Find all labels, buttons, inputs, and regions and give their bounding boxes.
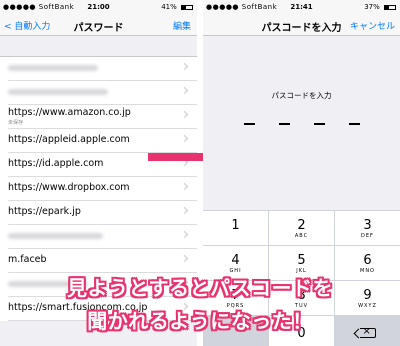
chevron-right-icon bbox=[180, 86, 189, 95]
passcode-digit-slot bbox=[243, 123, 255, 125]
chevron-right-icon bbox=[180, 206, 189, 215]
keypad-key-1[interactable]: 1 bbox=[203, 211, 268, 245]
key-letters: ABC bbox=[294, 233, 309, 239]
password-row[interactable]: https://epark.jp bbox=[8, 201, 197, 225]
password-row[interactable] bbox=[8, 81, 197, 105]
key-digit: 4 bbox=[231, 253, 240, 268]
chevron-right-icon bbox=[180, 254, 189, 263]
password-row[interactable]: https://www.dropbox.com bbox=[8, 177, 197, 201]
account-subtitle: 未保存 bbox=[8, 120, 24, 126]
redacted-site bbox=[8, 89, 108, 95]
keypad-key-2[interactable]: 2 ABC bbox=[269, 211, 334, 245]
nav-bar: パスコードを入力 キャンセル bbox=[203, 14, 400, 36]
chevron-right-icon bbox=[180, 62, 189, 71]
caption-line-2: 聞かれるようになった！ bbox=[87, 309, 313, 333]
passcode-digit-slot bbox=[278, 123, 290, 125]
site-url: https://www.dropbox.com bbox=[8, 182, 130, 193]
key-digit: 5 bbox=[297, 253, 306, 268]
battery-indicator: 37% bbox=[364, 3, 396, 11]
site-url: https://appleid.apple.com bbox=[8, 134, 130, 145]
page-title: パスワード bbox=[73, 23, 124, 34]
nav-bar: < 自動入力 パスワード 編集 bbox=[0, 14, 197, 36]
redacted-site bbox=[8, 233, 103, 239]
battery-percent: 41% bbox=[161, 3, 177, 11]
chevron-right-icon bbox=[180, 110, 189, 119]
password-row[interactable]: https://www.amazon.co.jp 未保存 bbox=[8, 105, 197, 129]
password-row[interactable] bbox=[8, 57, 197, 81]
caption-line-1: 見ようとするとパスコードを bbox=[67, 276, 333, 300]
battery-icon bbox=[384, 4, 396, 10]
battery-fill bbox=[385, 5, 389, 9]
status-bar: ●●●●● SoftBank 21:00 41% bbox=[0, 0, 197, 14]
site-url: m.faceb bbox=[8, 254, 47, 265]
site-url: https://id.apple.com bbox=[8, 158, 104, 169]
keypad-key-3[interactable]: 3 DEF bbox=[335, 211, 400, 245]
chevron-right-icon bbox=[180, 182, 189, 191]
key-digit: 3 bbox=[363, 218, 372, 233]
passcode-field[interactable] bbox=[203, 123, 400, 125]
site-url: https://epark.jp bbox=[8, 206, 81, 217]
battery-icon bbox=[181, 4, 193, 10]
battery-percent: 37% bbox=[364, 3, 380, 11]
key-letters: DEF bbox=[361, 233, 374, 239]
key-digit: 1 bbox=[231, 218, 240, 233]
chevron-right-icon bbox=[180, 230, 189, 239]
status-bar: ●●●●● SoftBank 21:41 37% bbox=[203, 0, 400, 14]
key-digit: 6 bbox=[363, 253, 372, 268]
password-row[interactable] bbox=[8, 225, 197, 249]
cancel-button[interactable]: キャンセル bbox=[350, 19, 395, 32]
battery-indicator: 41% bbox=[161, 3, 193, 11]
battery-fill bbox=[182, 5, 187, 9]
password-row[interactable]: m.faceb bbox=[8, 249, 197, 273]
redacted-site bbox=[8, 65, 98, 71]
site-url: https://www.amazon.co.jp bbox=[8, 107, 131, 118]
passcode-digit-slot bbox=[348, 123, 360, 125]
edit-button[interactable]: 編集 bbox=[173, 19, 191, 32]
passcode-digit-slot bbox=[313, 123, 325, 125]
key-digit: 2 bbox=[297, 218, 306, 233]
passcode-prompt: パスコードを入力 bbox=[271, 91, 332, 100]
